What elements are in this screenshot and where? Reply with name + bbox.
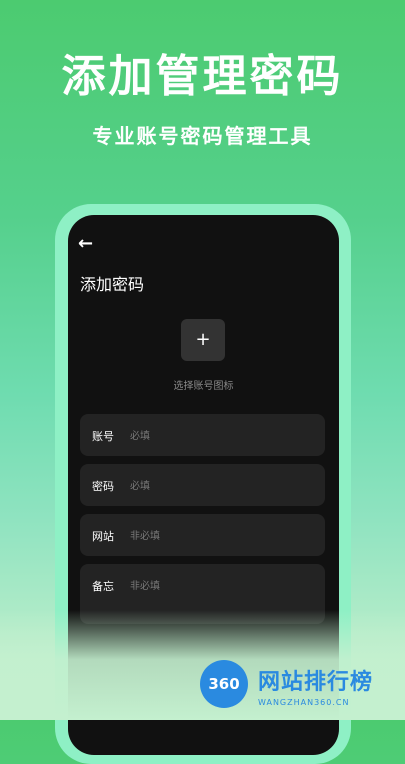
memo-input[interactable] [128, 576, 312, 596]
memo-label: 备忘 [92, 580, 114, 593]
website-label: 网站 [92, 530, 114, 543]
password-field[interactable]: 密码 [80, 464, 325, 506]
account-field[interactable]: 账号 [80, 414, 325, 456]
watermark-badge: 360 [200, 660, 248, 708]
account-label: 账号 [92, 430, 114, 443]
website-input[interactable] [128, 526, 312, 546]
watermark-url: WANGZHAN360.CN [258, 698, 350, 707]
password-label: 密码 [92, 480, 114, 493]
page-title: 添加密码 [80, 275, 145, 294]
add-icon-button[interactable]: + [181, 319, 225, 361]
promo-subheadline: 专业账号密码管理工具 [92, 124, 313, 148]
account-input[interactable] [128, 426, 312, 446]
add-icon-caption: 选择账号图标 [173, 381, 234, 392]
watermark-name: 网站排行榜 [258, 670, 374, 695]
arrow-left-icon[interactable]: ← [78, 233, 93, 254]
website-field[interactable]: 网站 [80, 514, 325, 556]
promo-headline: 添加管理密码 [61, 51, 344, 102]
password-input[interactable] [128, 476, 312, 496]
